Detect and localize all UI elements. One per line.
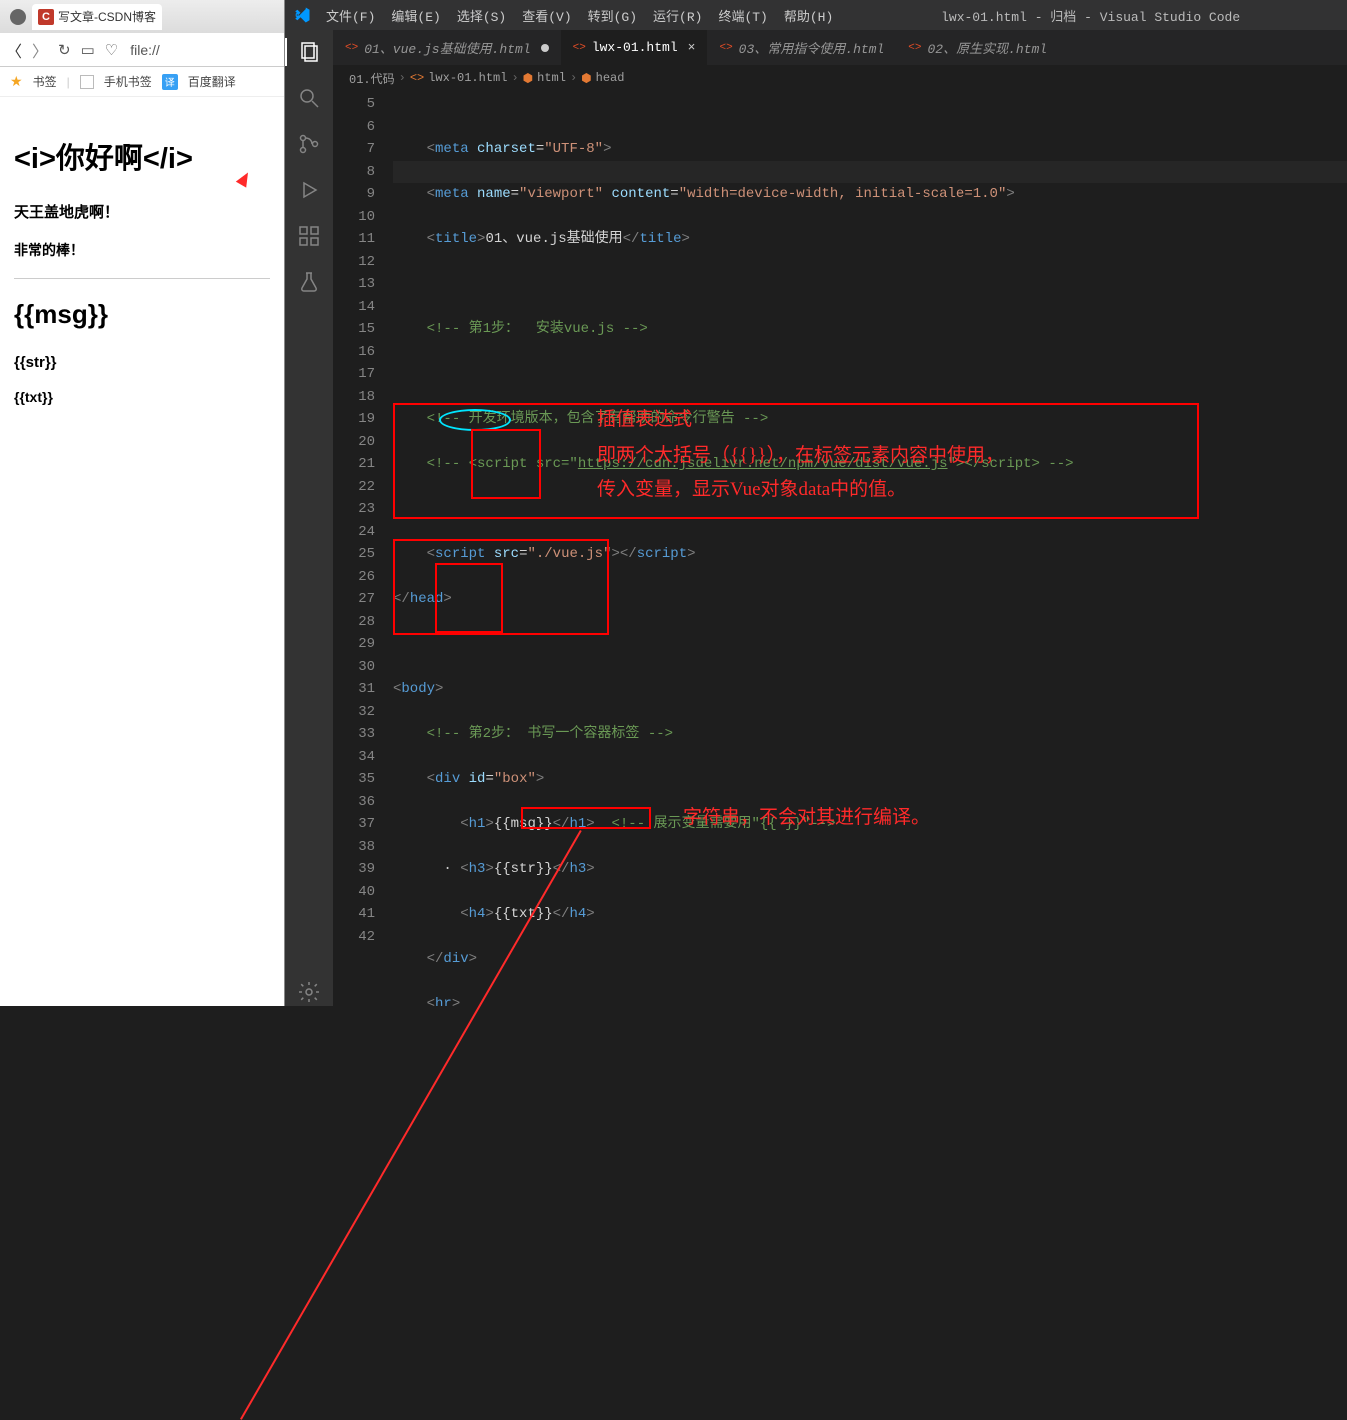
address-text[interactable]: file://: [130, 42, 160, 58]
mobile-icon: [80, 75, 94, 89]
dirty-dot-icon: [541, 44, 549, 52]
editor-area: <> 01、vue.js基础使用.html <> lwx-01.html × <> 03…: [333, 30, 1347, 1006]
tab-label: 01、vue.js基础使用.html: [364, 38, 530, 57]
explorer-icon[interactable]: [285, 38, 333, 66]
editor-tabs: <> 01、vue.js基础使用.html <> lwx-01.html × <> 03…: [333, 30, 1347, 65]
tab-label: 02、原生实现.html: [927, 38, 1047, 57]
tab-label: 03、常用指令使用.html: [739, 38, 885, 57]
line-gutter: 5678910111213141516171819202122232425262…: [333, 91, 393, 1006]
titlebar: 文件(F) 编辑(E) 选择(S) 查看(V) 转到(G) 运行(R) 终端(T…: [285, 0, 1347, 30]
breadcrumb: 01.代码› <>lwx-01.html› ⬢html› ⬢head: [333, 65, 1347, 91]
bookmark-item[interactable]: 手机书签: [104, 73, 152, 90]
breadcrumb-item[interactable]: 01.代码: [349, 70, 395, 87]
bookmark-item[interactable]: 百度翻译: [188, 73, 236, 90]
browser-window: C 写文章-CSDN博客 〈 〉 ↻ ▭ ♡ file:// ★ 书签 | 手机…: [0, 0, 285, 1006]
browser-tab[interactable]: [4, 4, 32, 30]
browser-toolbar: 〈 〉 ↻ ▭ ♡ file://: [0, 33, 284, 67]
tag-icon: ⬢: [523, 71, 533, 86]
html-file-icon: <>: [345, 42, 358, 54]
extensions-icon[interactable]: [295, 222, 323, 250]
avatar-icon: [10, 9, 26, 25]
editor-tab[interactable]: <> lwx-01.html ×: [561, 30, 708, 65]
html-file-icon: <>: [573, 42, 586, 54]
search-icon[interactable]: [295, 84, 323, 112]
forward-icon[interactable]: 〉: [32, 38, 48, 62]
page-text: {{txt}}: [14, 389, 270, 405]
debug-icon[interactable]: [295, 176, 323, 204]
breadcrumb-item[interactable]: head: [596, 71, 625, 85]
browser-page: <i>你好啊</i> 天王盖地虎啊！ 非常的棒！ {{msg}} {{str}}…: [0, 97, 284, 441]
csdn-icon: C: [38, 9, 54, 25]
flask-icon[interactable]: [295, 268, 323, 296]
menu-view[interactable]: 查看(V): [515, 6, 578, 25]
breadcrumb-item[interactable]: html: [537, 71, 566, 85]
menu-terminal[interactable]: 终端(T): [711, 6, 774, 25]
back-icon[interactable]: 〈: [6, 38, 22, 62]
close-icon[interactable]: ×: [688, 40, 696, 55]
editor-tab[interactable]: <> 03、常用指令使用.html: [707, 30, 896, 65]
page-text: 天王盖地虎啊！: [14, 201, 270, 222]
vscode-logo-icon: [293, 6, 311, 24]
html-file-icon: <>: [719, 42, 732, 54]
book-icon[interactable]: ▭: [81, 41, 95, 59]
reload-icon[interactable]: ↻: [58, 41, 71, 59]
page-text: 非常的棒！: [14, 240, 270, 260]
page-text: {{str}}: [14, 354, 270, 371]
menu-help[interactable]: 帮助(H): [777, 6, 840, 25]
bookmark-item[interactable]: 书签: [33, 73, 57, 90]
editor-tab[interactable]: <> 01、vue.js基础使用.html: [333, 30, 561, 65]
menu-go[interactable]: 转到(G): [581, 6, 644, 25]
heart-icon[interactable]: ♡: [105, 41, 118, 59]
tab-title: 写文章-CSDN博客: [58, 8, 156, 25]
editor-tab[interactable]: <> 02、原生实现.html: [896, 30, 1059, 65]
code-editor[interactable]: 5678910111213141516171819202122232425262…: [333, 91, 1347, 1006]
tab-label: lwx-01.html: [592, 40, 678, 55]
menu-file[interactable]: 文件(F): [319, 6, 382, 25]
breadcrumb-item[interactable]: lwx-01.html: [428, 71, 507, 85]
browser-tab[interactable]: C 写文章-CSDN博客: [32, 4, 162, 30]
browser-tab-strip: C 写文章-CSDN博客: [0, 0, 284, 33]
source-control-icon[interactable]: [295, 130, 323, 158]
divider: [14, 278, 270, 279]
bookmarks-bar: ★ 书签 | 手机书签 译 百度翻译: [0, 67, 284, 97]
menu-run[interactable]: 运行(R): [646, 6, 709, 25]
html-file-icon: <>: [410, 71, 424, 85]
html-file-icon: <>: [908, 42, 921, 54]
gear-icon[interactable]: [295, 978, 323, 1006]
translate-icon: 译: [162, 74, 178, 90]
activity-bar: [285, 30, 333, 1006]
vscode-window: 文件(F) 编辑(E) 选择(S) 查看(V) 转到(G) 运行(R) 终端(T…: [285, 0, 1347, 1006]
menu-select[interactable]: 选择(S): [450, 6, 513, 25]
star-icon: ★: [10, 73, 23, 90]
menu-edit[interactable]: 编辑(E): [384, 6, 447, 25]
page-heading: {{msg}}: [14, 299, 270, 330]
tag-icon: ⬢: [581, 71, 591, 86]
page-heading: <i>你好啊</i>: [14, 135, 270, 177]
code-content[interactable]: <meta charset="UTF-8"> <meta name="viewp…: [393, 91, 1347, 1006]
window-title: lwx-01.html - 归档 - Visual Studio Code: [842, 6, 1339, 25]
